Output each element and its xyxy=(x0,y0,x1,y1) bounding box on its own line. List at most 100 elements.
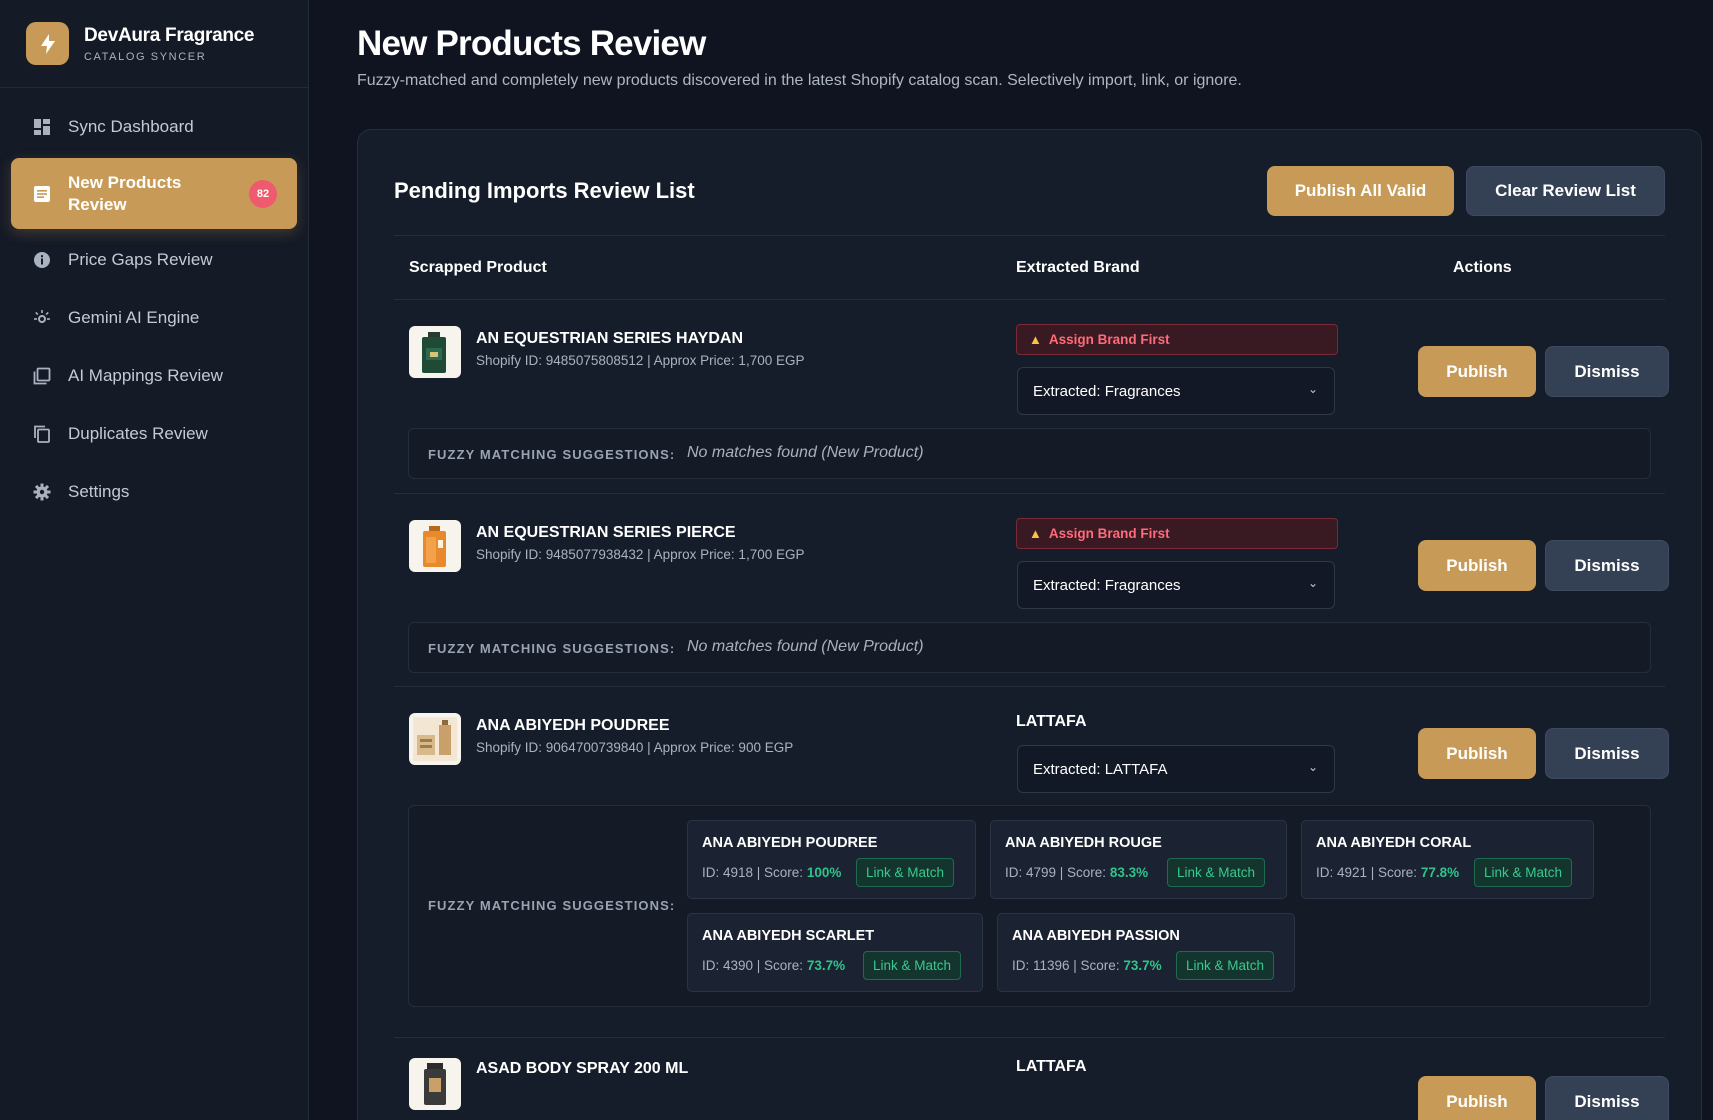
extracted-brand: LATTAFA xyxy=(1016,1058,1087,1075)
sidebar-item-label: Settings xyxy=(68,482,130,501)
brand-select[interactable]: Extracted: Fragrances ⌄ xyxy=(1017,561,1335,609)
brand-select-value: Extracted: Fragrances xyxy=(1033,382,1181,400)
link-match-button[interactable]: Link & Match xyxy=(1167,858,1266,887)
dismiss-button[interactable]: Dismiss xyxy=(1545,540,1669,591)
fuzzy-label: FUZZY MATCHING SUGGESTIONS: xyxy=(428,898,676,913)
page-title: New Products Review xyxy=(357,24,706,63)
publish-all-button[interactable]: Publish All Valid xyxy=(1267,166,1454,216)
table-row: ASAD BODY SPRAY 200 ML LATTAFA Publish D… xyxy=(394,1038,1669,1120)
chevron-down-icon: ⌄ xyxy=(1307,760,1318,774)
match-score: 73.7% xyxy=(1123,958,1162,973)
brand-select[interactable]: Extracted: Fragrances ⌄ xyxy=(1017,367,1335,415)
sidebar: DevAura Fragrance CATALOG SYNCER Sync Da… xyxy=(0,0,309,1120)
warning-icon: ▲ xyxy=(1029,332,1042,347)
sidebar-item-label: Price Gaps Review xyxy=(68,250,213,269)
suggestion-card: ANA ABIYEDH ROUGE ID: 4799 | Score: 83.3… xyxy=(990,820,1287,899)
sidebar-item-settings[interactable]: Settings xyxy=(11,463,297,521)
no-matches-text: No matches found (New Product) xyxy=(687,638,924,655)
suggestion-card: ANA ABIYEDH CORAL ID: 4921 | Score: 77.8… xyxy=(1301,820,1594,899)
header-actions: Publish All Valid Clear Review List xyxy=(1267,166,1665,216)
copy-icon xyxy=(32,424,52,444)
link-match-button[interactable]: Link & Match xyxy=(856,858,955,887)
row-actions: Publish Dismiss xyxy=(1418,728,1669,779)
column-header-product: Scrapped Product xyxy=(409,258,547,276)
product-thumbnail xyxy=(409,1058,461,1110)
lightning-icon xyxy=(26,22,69,65)
card-header: Pending Imports Review List Publish All … xyxy=(394,166,1665,216)
count-badge: 82 xyxy=(249,179,277,208)
review-card: Pending Imports Review List Publish All … xyxy=(357,129,1702,1120)
sidebar-item-label: Duplicates Review xyxy=(68,424,208,443)
layers-icon xyxy=(32,366,52,386)
fuzzy-suggestions: FUZZY MATCHING SUGGESTIONS: No matches f… xyxy=(408,428,1651,479)
product-name: AN EQUESTRIAN SERIES HAYDAN xyxy=(476,330,744,347)
publish-button[interactable]: Publish xyxy=(1418,728,1536,779)
extracted-brand: LATTAFA xyxy=(1016,713,1087,730)
app-subtitle: CATALOG SYNCER xyxy=(84,50,207,63)
brand-select-value: Extracted: LATTAFA xyxy=(1033,760,1168,778)
suggestion-name: ANA ABIYEDH SCARLET xyxy=(702,928,875,944)
brand-header: DevAura Fragrance CATALOG SYNCER xyxy=(0,0,308,88)
product-meta: Shopify ID: 9485075808512 | Approx Price… xyxy=(476,353,805,368)
suggestion-meta: ID: 4390 | Score: 73.7% xyxy=(702,958,846,973)
suggestion-card: ANA ABIYEDH SCARLET ID: 4390 | Score: 73… xyxy=(687,913,983,992)
link-match-button[interactable]: Link & Match xyxy=(1176,951,1275,980)
dismiss-button[interactable]: Dismiss xyxy=(1545,346,1669,397)
dismiss-button[interactable]: Dismiss xyxy=(1545,1076,1669,1120)
sidebar-item-label: New Products Review xyxy=(68,172,182,214)
product-name: ASAD BODY SPRAY 200 ML xyxy=(476,1060,689,1077)
product-thumbnail xyxy=(409,713,461,765)
match-score: 77.8% xyxy=(1420,865,1460,880)
sidebar-item-sync-dashboard[interactable]: Sync Dashboard xyxy=(11,98,297,156)
page-subtitle: Fuzzy-matched and completely new product… xyxy=(357,72,1242,89)
sidebar-item-new-products-review[interactable]: New Products Review 82 xyxy=(11,158,297,229)
brand-warning: ▲ Assign Brand First xyxy=(1016,324,1338,355)
brand-select-value: Extracted: Fragrances xyxy=(1033,576,1181,594)
dismiss-button[interactable]: Dismiss xyxy=(1545,728,1669,779)
sidebar-item-price-gaps-review[interactable]: Price Gaps Review xyxy=(11,231,297,289)
suggestion-meta: ID: 11396 | Score: 73.7% xyxy=(1012,958,1162,973)
link-match-button[interactable]: Link & Match xyxy=(1474,858,1573,887)
card-title: Pending Imports Review List xyxy=(394,178,695,203)
sidebar-item-gemini-ai-engine[interactable]: Gemini AI Engine xyxy=(11,289,297,347)
info-icon xyxy=(32,250,52,270)
sidebar-nav: Sync Dashboard New Products Review 82 Pr… xyxy=(0,88,308,521)
no-matches-text: No matches found (New Product) xyxy=(687,444,924,461)
clear-review-button[interactable]: Clear Review List xyxy=(1466,166,1665,216)
match-score: 83.3% xyxy=(1109,865,1149,880)
product-meta: Shopify ID: 9064700739840 | Approx Price… xyxy=(476,740,794,755)
sparkle-icon xyxy=(32,308,52,328)
suggestion-name: ANA ABIYEDH PASSION xyxy=(1012,928,1180,944)
row-actions: Publish Dismiss xyxy=(1418,1076,1669,1120)
sidebar-item-label: Sync Dashboard xyxy=(68,117,194,136)
sidebar-item-ai-mappings-review[interactable]: AI Mappings Review xyxy=(11,347,297,405)
suggestion-meta: ID: 4918 | Score: 100% xyxy=(702,865,842,880)
publish-button[interactable]: Publish xyxy=(1418,1076,1536,1120)
suggestion-name: ANA ABIYEDH POUDREE xyxy=(702,835,878,851)
suggestion-meta: ID: 4921 | Score: 77.8% xyxy=(1316,865,1460,880)
chevron-down-icon: ⌄ xyxy=(1307,576,1318,590)
warning-text: Assign Brand First xyxy=(1048,526,1170,541)
gear-icon xyxy=(32,482,52,502)
sidebar-item-label: Gemini AI Engine xyxy=(68,308,200,327)
product-thumbnail xyxy=(409,326,461,378)
publish-button[interactable]: Publish xyxy=(1418,346,1536,397)
row-actions: Publish Dismiss xyxy=(1418,346,1669,397)
warning-text: Assign Brand First xyxy=(1048,332,1170,347)
list-icon xyxy=(32,184,52,204)
column-header-brand: Extracted Brand xyxy=(1016,258,1140,276)
product-meta: Shopify ID: 9485077938432 | Approx Price… xyxy=(476,547,805,562)
sidebar-item-duplicates-review[interactable]: Duplicates Review xyxy=(11,405,297,463)
table-row: AN EQUESTRIAN SERIES PIERCE Shopify ID: … xyxy=(394,494,1669,687)
main-content: New Products Review Fuzzy-matched and co… xyxy=(357,0,1702,1120)
brand-select[interactable]: Extracted: LATTAFA ⌄ xyxy=(1017,745,1335,793)
publish-button[interactable]: Publish xyxy=(1418,540,1536,591)
suggestion-name: ANA ABIYEDH CORAL xyxy=(1316,835,1472,851)
fuzzy-suggestions: FUZZY MATCHING SUGGESTIONS: ANA ABIYEDH … xyxy=(408,805,1651,1007)
suggestion-card: ANA ABIYEDH POUDREE ID: 4918 | Score: 10… xyxy=(687,820,976,899)
sidebar-item-label: AI Mappings Review xyxy=(68,366,223,385)
fuzzy-label: FUZZY MATCHING SUGGESTIONS: xyxy=(428,641,676,656)
grid-icon xyxy=(32,117,52,137)
link-match-button[interactable]: Link & Match xyxy=(863,951,962,980)
match-score: 100% xyxy=(806,865,842,880)
